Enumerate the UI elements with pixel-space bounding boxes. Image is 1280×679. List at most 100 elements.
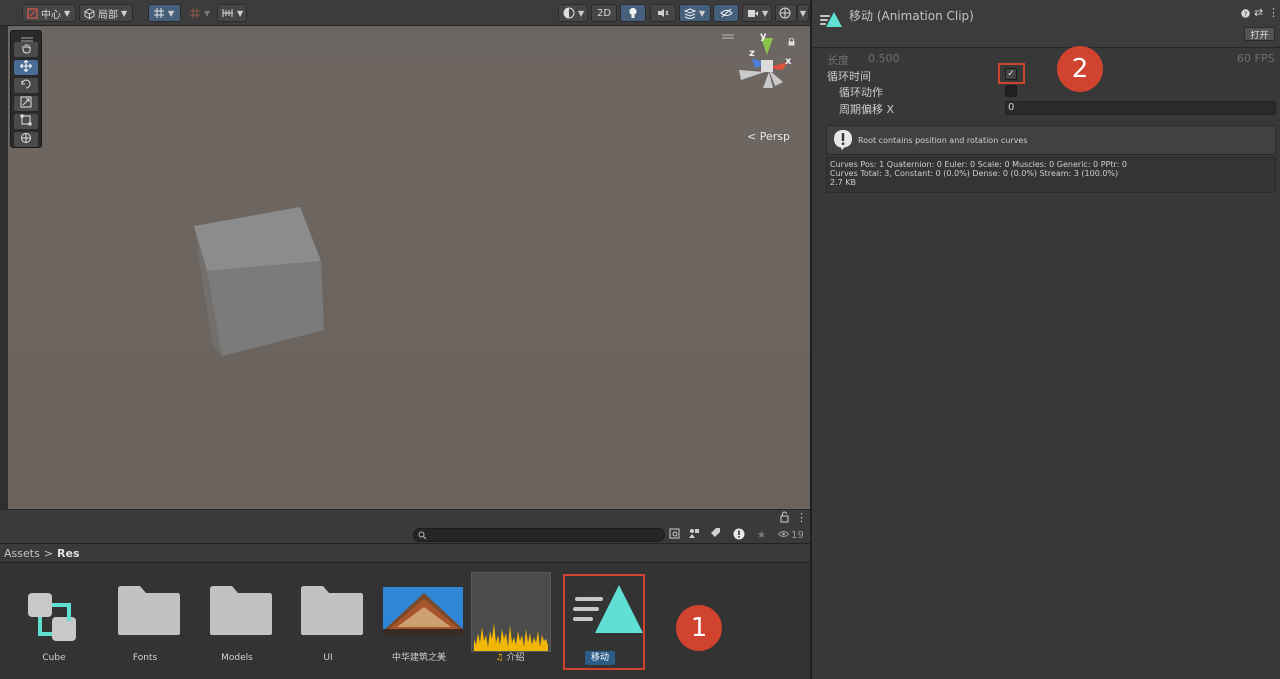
- tag-filter-button[interactable]: [708, 528, 723, 542]
- breadcrumb-current[interactable]: Res: [57, 547, 79, 560]
- asset-label: Fonts: [132, 653, 158, 663]
- mode-2d-button[interactable]: 2D: [591, 4, 617, 22]
- asset-item-models[interactable]: Models: [193, 563, 281, 679]
- asset-item-audio[interactable]: ♫ 介绍: [466, 563, 554, 679]
- gizmos-button[interactable]: [775, 4, 797, 22]
- gizmo-y-label: y: [760, 31, 767, 42]
- tag-icon: [710, 528, 721, 542]
- lighting-toggle[interactable]: [620, 4, 646, 22]
- gizmos-dropdown[interactable]: ▼: [797, 4, 809, 22]
- chevron-down-icon: ▼: [762, 8, 769, 18]
- audio-toggle[interactable]: [650, 4, 676, 22]
- move-tool[interactable]: [14, 60, 38, 75]
- pivot-label: 中心: [41, 9, 61, 21]
- chevron-down-icon: ▼: [121, 8, 128, 18]
- grid-snap-button[interactable]: ▼: [148, 4, 181, 22]
- info-helpbox: Root contains position and rotation curv…: [826, 125, 1276, 155]
- drag-handle-icon[interactable]: [722, 29, 734, 42]
- asset-item-image[interactable]: 中华建筑之美: [375, 563, 463, 679]
- loop-pose-checkbox[interactable]: [1005, 85, 1017, 97]
- hidden-packages-toggle[interactable]: 19: [775, 528, 807, 542]
- loop-pose-label: 循环动作: [839, 86, 883, 99]
- animation-clip-icon: [820, 10, 842, 31]
- rotate-icon: [20, 78, 32, 93]
- asset-label: Cube: [42, 653, 66, 663]
- annotation-badge-1: 1: [676, 605, 722, 651]
- visibility-count: 19: [791, 529, 804, 541]
- asset-label: 中华建筑之美: [391, 653, 446, 663]
- rotate-tool[interactable]: [14, 78, 38, 93]
- persp-label[interactable]: < Persp: [747, 130, 790, 143]
- space-toggle[interactable]: 局部 ▼: [79, 4, 133, 22]
- stats-line: Curves Total: 3, Constant: 0 (0.0%) Dens…: [830, 169, 1119, 178]
- fps-value: 60 FPS: [1237, 52, 1275, 65]
- draw-mode-button[interactable]: ▼: [558, 4, 588, 22]
- asset-item-cube[interactable]: Cube: [10, 563, 98, 679]
- asset-item-fonts[interactable]: Fonts: [101, 563, 189, 679]
- cycle-offset-label: 周期偏移 X: [839, 103, 895, 116]
- hand-tool[interactable]: [14, 42, 38, 57]
- folder-icon: [292, 571, 372, 651]
- asset-label: 介绍: [506, 653, 525, 663]
- chevron-down-icon: ▼: [237, 8, 244, 18]
- asset-item-ui[interactable]: UI: [284, 563, 372, 679]
- help-icon[interactable]: ?: [1241, 8, 1250, 21]
- gizmo-z-label: z: [749, 48, 755, 59]
- rect-transform-icon: [20, 114, 32, 129]
- highlight-box-checkbox: [998, 63, 1025, 84]
- lightbulb-icon: [628, 7, 638, 19]
- transform-tool[interactable]: [14, 132, 38, 147]
- asset-label-audio: ♫ 介绍: [466, 651, 554, 665]
- shapes-icon: [689, 528, 700, 542]
- gizmo-globe-icon: [779, 7, 791, 19]
- video-camera-icon: [747, 9, 759, 18]
- eye-hidden-icon: [719, 8, 733, 18]
- camera-settings-button[interactable]: ▼: [742, 4, 772, 22]
- scale-tool[interactable]: [14, 96, 38, 111]
- chevron-down-icon: ▼: [64, 8, 71, 18]
- grid-snap-icon: [153, 7, 165, 19]
- gizmo-x-label: x: [785, 56, 792, 67]
- scene-visibility-toggle[interactable]: [713, 4, 739, 22]
- warnings-filter-button[interactable]: [731, 528, 746, 542]
- kebab-menu-icon[interactable]: ⋮: [1268, 6, 1279, 19]
- scene-cube[interactable]: [8, 26, 810, 509]
- search-icon: [418, 530, 427, 543]
- scene-view[interactable]: y x z < Persp: [8, 26, 810, 509]
- preset-icon[interactable]: ⇄: [1254, 6, 1263, 19]
- asset-label: Models: [221, 653, 253, 663]
- asset-label: UI: [323, 653, 333, 663]
- increment-snap-button[interactable]: ▼: [217, 4, 247, 22]
- lock-icon[interactable]: [780, 511, 789, 526]
- effects-toggle[interactable]: ▼: [679, 4, 711, 22]
- breadcrumb-root[interactable]: Assets: [4, 547, 40, 560]
- open-button[interactable]: 打开: [1244, 27, 1275, 41]
- search-input[interactable]: [413, 528, 665, 542]
- curve-stats: Curves Pos: 1 Quaternion: 0 Euler: 0 Sca…: [826, 157, 1276, 193]
- scene-toolbar: 中心 ▼ 局部 ▼ ▼ ▼ ▼ ▼ 2D ▼ ▼ ▼: [0, 0, 810, 26]
- length-label: 长度: [827, 54, 849, 67]
- chevron-down-icon: ▼: [578, 8, 585, 18]
- search-by-type-button[interactable]: [667, 528, 682, 542]
- help-message: Root contains position and rotation curv…: [858, 136, 1028, 145]
- pivot-toggle[interactable]: 中心 ▼: [22, 4, 76, 22]
- kebab-menu-icon[interactable]: ⋮: [796, 511, 807, 524]
- favorites-button[interactable]: ★: [754, 528, 769, 542]
- eye-icon: [777, 530, 790, 541]
- inspector-title: 移动 (Animation Clip): [849, 9, 974, 23]
- search-by-label-button[interactable]: [687, 528, 702, 542]
- project-panel-header: ⋮: [0, 510, 810, 526]
- stats-size: 2.7 KB: [830, 178, 856, 187]
- inspector-header: 移动 (Animation Clip) ? ⇄ ⋮ 打开: [812, 0, 1280, 48]
- annotation-badge-2: 2: [1057, 46, 1103, 92]
- grid-visibility-button[interactable]: ▼: [184, 4, 216, 22]
- inspector-panel: 移动 (Animation Clip) ? ⇄ ⋮ 打开 长度 0.500 60…: [812, 0, 1280, 679]
- effects-layers-icon: [684, 7, 696, 19]
- rect-tool[interactable]: [14, 114, 38, 129]
- image-thumbnail: [383, 571, 463, 651]
- snap-increment-icon: [222, 8, 234, 18]
- warning-circle-icon: [733, 528, 745, 543]
- space-label: 局部: [98, 9, 118, 21]
- lock-icon[interactable]: [788, 36, 795, 49]
- cycle-offset-field[interactable]: 0: [1005, 101, 1276, 115]
